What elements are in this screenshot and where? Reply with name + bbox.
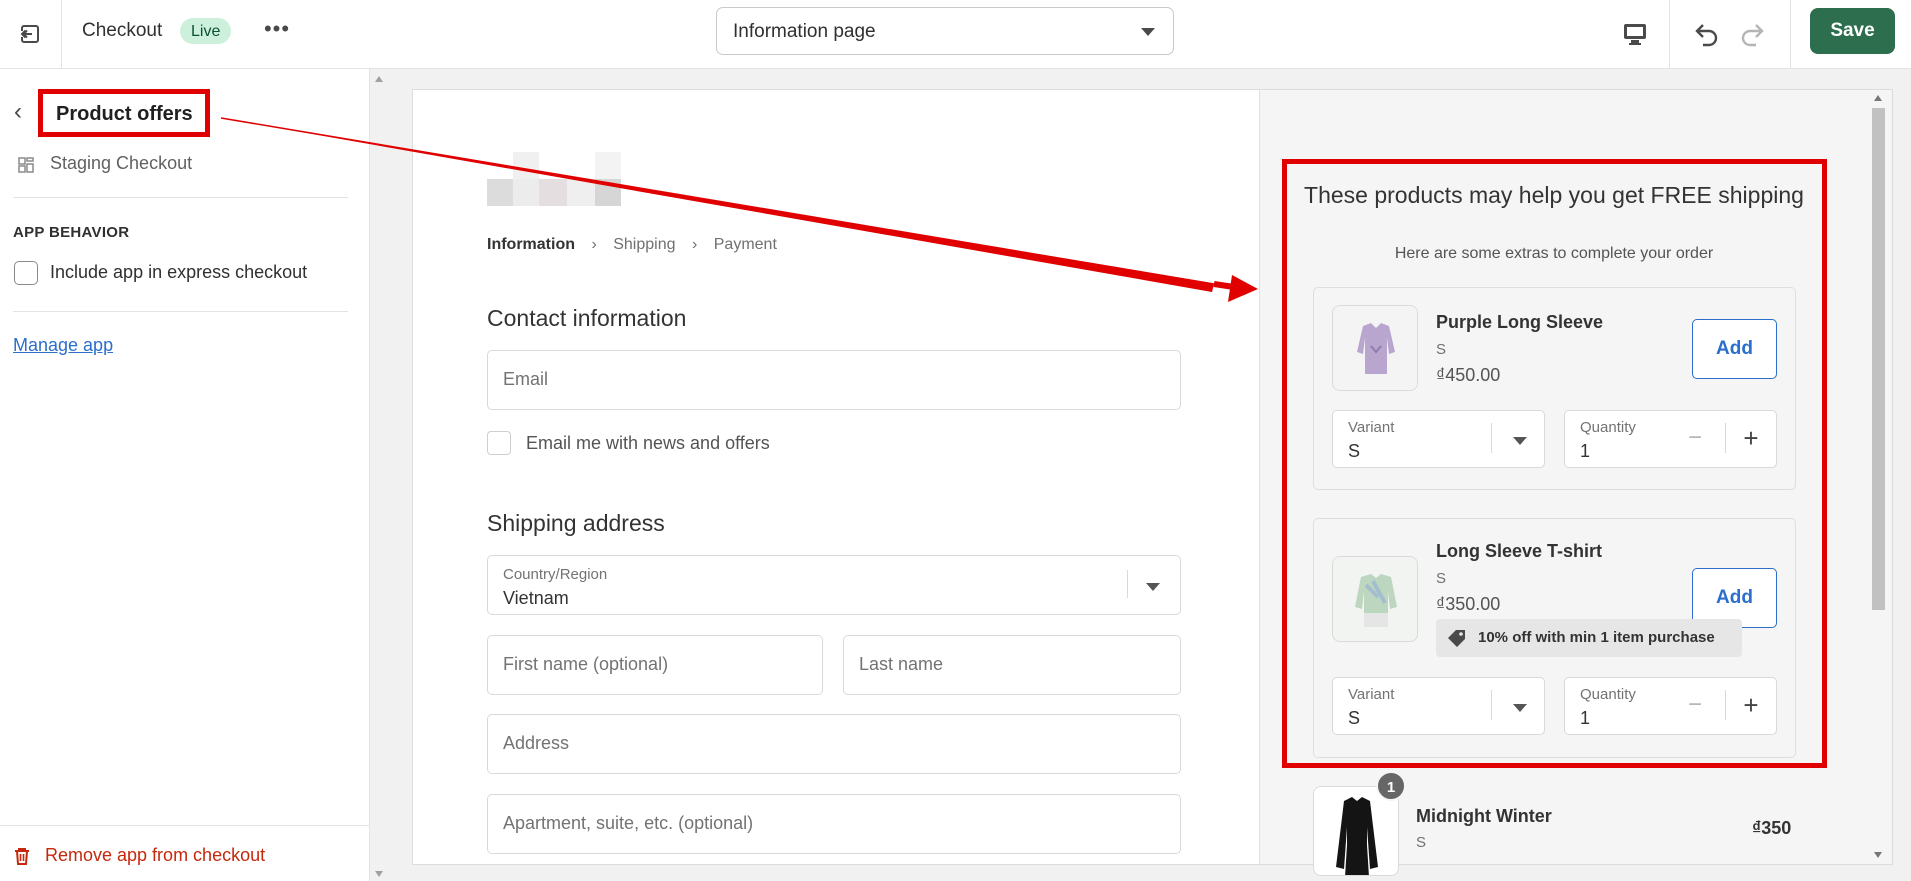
annotation-arrow: [220, 117, 1258, 302]
